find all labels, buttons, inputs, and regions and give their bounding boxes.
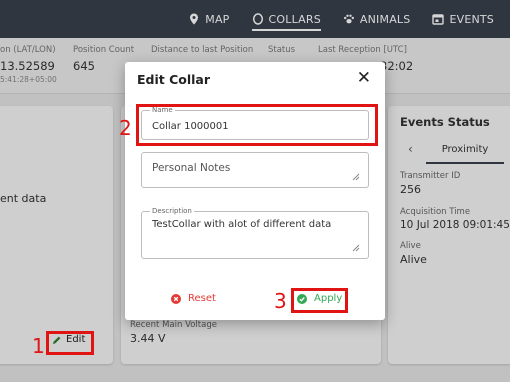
annotation-number-3: 3 (274, 289, 287, 313)
annotation-number-2: 2 (119, 116, 132, 140)
resize-handle-icon[interactable] (351, 172, 360, 181)
resize-handle-icon[interactable] (351, 243, 360, 252)
description-field-value: TestCollar with alot of different data (152, 219, 332, 230)
dialog-title: Edit Collar (137, 72, 211, 87)
close-icon[interactable]: ✕ (357, 68, 371, 88)
reset-button-label: Reset (188, 293, 216, 304)
edit-collar-dialog: Edit Collar ✕ Name Collar 1000001 Person… (125, 62, 385, 320)
annotation-number-1: 1 (32, 334, 45, 358)
description-field[interactable]: Description TestCollar with alot of diff… (141, 207, 369, 259)
highlight-box-apply (291, 288, 348, 313)
description-field-label: Description (150, 207, 194, 215)
personal-notes-field[interactable]: Personal Notes (141, 152, 369, 188)
cancel-circle-icon (171, 293, 181, 304)
reset-button[interactable]: Reset (171, 293, 216, 304)
highlight-box-edit (46, 331, 94, 355)
highlight-box-name (136, 104, 378, 146)
personal-notes-placeholder: Personal Notes (152, 162, 231, 174)
